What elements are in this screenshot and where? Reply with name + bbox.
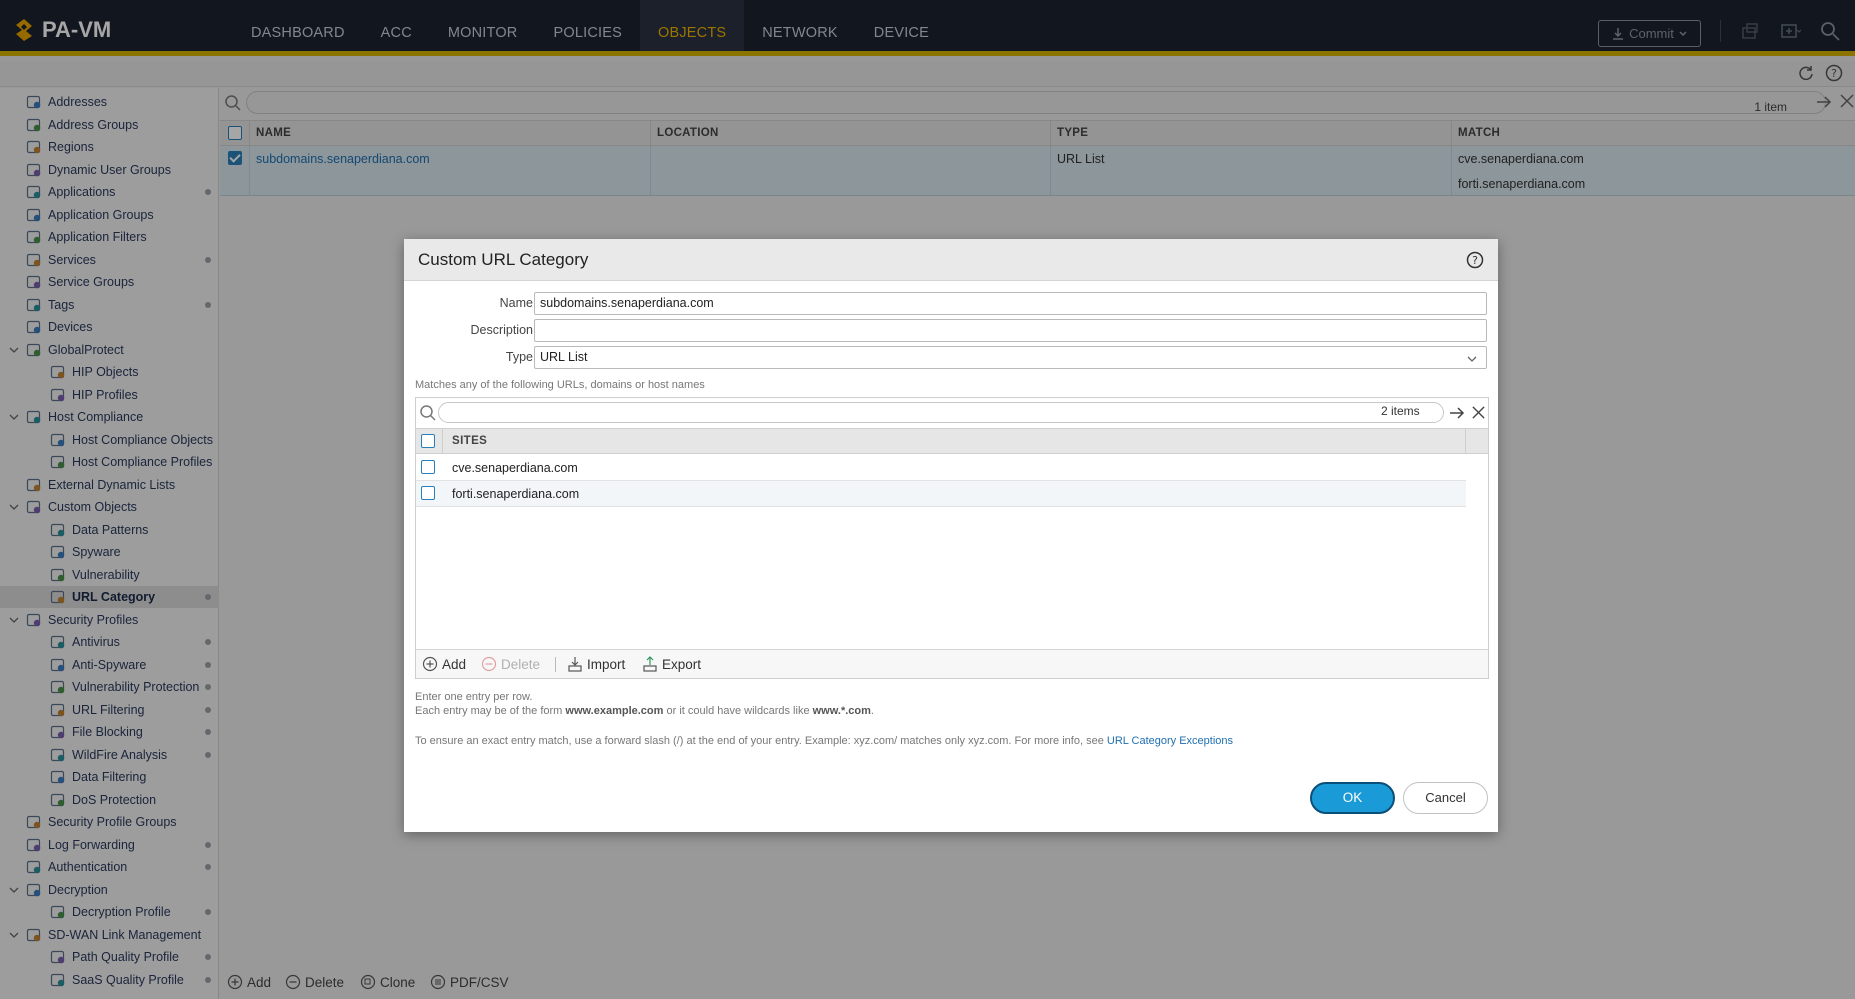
export-button[interactable]: Export xyxy=(642,656,701,672)
help2-example2: www.*.com xyxy=(812,705,871,717)
import-label: Import xyxy=(587,656,626,672)
type-label: Type xyxy=(505,350,533,364)
delete-icon xyxy=(481,656,497,672)
sites-filter-row: 2 items xyxy=(416,398,1488,428)
description-label: Description xyxy=(470,323,533,337)
delete-site-button[interactable]: Delete xyxy=(481,656,540,672)
add-label: Add xyxy=(442,656,467,672)
divider xyxy=(555,657,556,672)
clear-filter-icon[interactable] xyxy=(1471,405,1486,420)
export-label: Export xyxy=(662,656,702,672)
sites-panel: 2 items SITES cve.senaperdiana.com forti… xyxy=(415,397,1489,679)
type-value: URL List xyxy=(540,350,588,364)
select-all-checkbox[interactable] xyxy=(421,434,435,448)
list-item[interactable]: cve.senaperdiana.com xyxy=(416,455,1466,481)
cancel-button[interactable]: Cancel xyxy=(1403,782,1488,814)
sites-column-header[interactable]: SITES xyxy=(452,435,487,447)
type-select[interactable]: URL List xyxy=(534,346,1487,369)
delete-label: Delete xyxy=(501,656,541,672)
add-site-button[interactable]: Add xyxy=(422,656,466,672)
help3-text: To ensure an exact entry match, use a fo… xyxy=(415,735,1107,747)
custom-url-category-dialog: Custom URL Category ? Name subdomains.se… xyxy=(404,239,1498,832)
help-text-3: To ensure an exact entry match, use a fo… xyxy=(415,735,1233,747)
chevron-down-icon xyxy=(1467,356,1477,362)
ok-button[interactable]: OK xyxy=(1310,782,1395,814)
site-checkbox[interactable] xyxy=(421,486,435,500)
name-row: Name subdomains.senaperdiana.com xyxy=(404,292,1498,316)
sites-count: 2 items xyxy=(1381,404,1420,418)
name-label: Name xyxy=(499,296,533,310)
add-icon xyxy=(422,656,438,672)
dialog-title: Custom URL Category xyxy=(418,250,589,269)
help-text-1: Enter one entry per row. xyxy=(415,691,533,703)
name-field[interactable]: subdomains.senaperdiana.com xyxy=(534,292,1487,315)
sites-toolbar: Add Delete Import Export xyxy=(416,649,1488,678)
import-icon xyxy=(568,657,582,672)
export-icon xyxy=(643,656,657,672)
url-category-exceptions-link[interactable]: URL Category Exceptions xyxy=(1107,735,1233,747)
dialog-title-bar: Custom URL Category ? xyxy=(404,239,1498,281)
import-button[interactable]: Import xyxy=(567,656,625,672)
help2-example1: www.example.com xyxy=(565,705,664,717)
help2-mid: or it could have wildcards like xyxy=(663,705,813,717)
help2-suffix: . xyxy=(870,705,874,717)
help2-prefix: Each entry may be of the form xyxy=(415,705,566,717)
description-row: Description xyxy=(404,319,1498,343)
sites-filter-input[interactable] xyxy=(438,402,1444,423)
list-item[interactable]: forti.senaperdiana.com xyxy=(416,481,1466,507)
help-icon[interactable]: ? xyxy=(1466,251,1484,269)
type-row: Type URL List xyxy=(404,346,1498,370)
site-checkbox[interactable] xyxy=(421,460,435,474)
description-field[interactable] xyxy=(534,319,1487,342)
svg-text:?: ? xyxy=(1472,254,1478,267)
search-icon xyxy=(420,405,436,421)
site-value: forti.senaperdiana.com xyxy=(452,487,580,501)
sites-table-header: SITES xyxy=(416,428,1488,454)
site-value: cve.senaperdiana.com xyxy=(452,461,578,475)
match-hint: Matches any of the following URLs, domai… xyxy=(415,379,705,391)
help-text-2: Each entry may be of the form www.exampl… xyxy=(415,705,874,717)
apply-filter-icon[interactable] xyxy=(1448,404,1466,422)
